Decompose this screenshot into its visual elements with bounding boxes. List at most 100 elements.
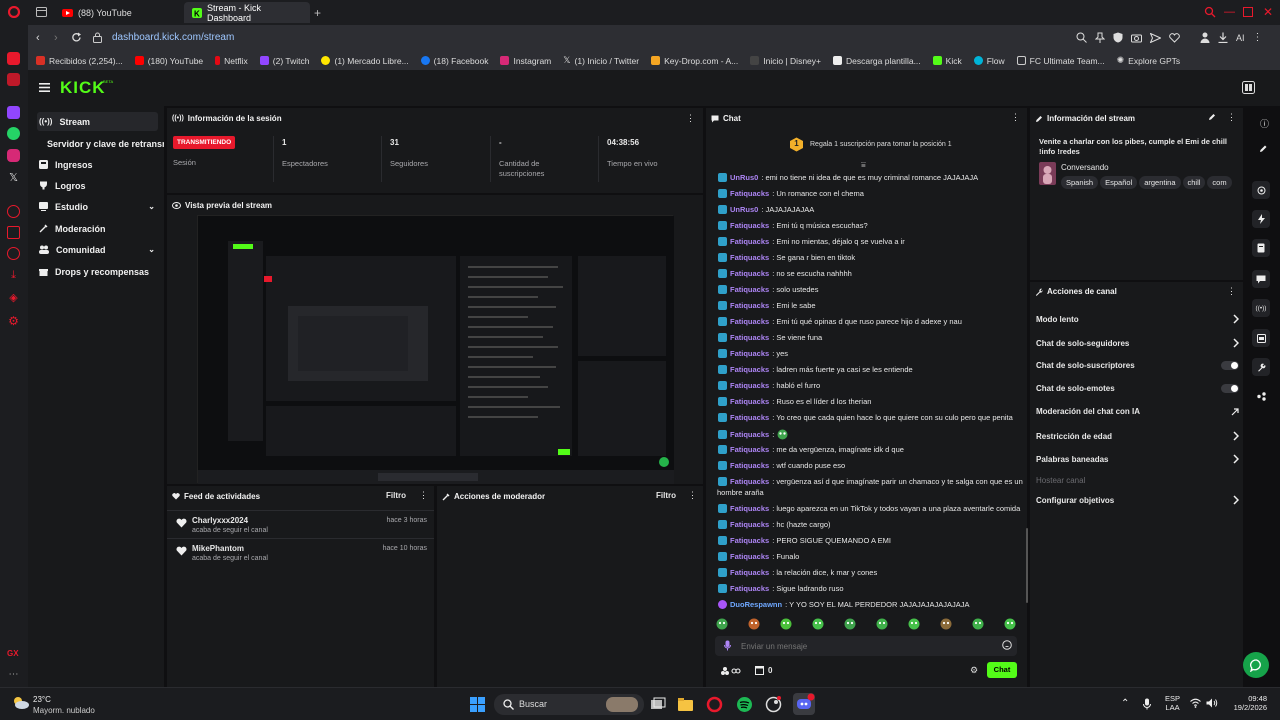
broadcast-tool-icon[interactable]: ((•)) <box>1252 299 1270 317</box>
camera-tool-icon[interactable] <box>1252 181 1270 199</box>
stream-preview-video[interactable] <box>197 215 674 484</box>
support-chat-button[interactable] <box>1243 652 1269 678</box>
discord-icon[interactable] <box>793 693 815 715</box>
workspaces-icon[interactable] <box>36 7 47 17</box>
mod-filter-button[interactable]: Filtro <box>656 491 676 500</box>
speed-dial-icon[interactable] <box>7 52 20 65</box>
tab-youtube[interactable]: (88) YouTube <box>54 2 182 23</box>
tag-chip[interactable]: com <box>1207 176 1232 189</box>
search-tabs-icon[interactable] <box>1204 6 1216 18</box>
edit-icon[interactable] <box>1208 113 1216 121</box>
chat-settings-icon[interactable]: ⚙ <box>970 665 978 676</box>
pinned-toggle-icon[interactable]: ⩸ <box>861 160 866 170</box>
send-chat-button[interactable]: Chat <box>987 662 1017 678</box>
emote-icon[interactable] <box>972 618 984 632</box>
taskbar-search[interactable]: Buscar <box>494 694 644 715</box>
bookmark-item[interactable]: Recibidos (2,254)... <box>36 56 123 66</box>
whatsapp-icon[interactable] <box>7 127 20 140</box>
chat-username[interactable]: Fatiquacks <box>730 568 769 577</box>
aria-icon[interactable] <box>7 73 20 86</box>
lightning-icon[interactable] <box>1252 210 1270 228</box>
chat-username[interactable]: Fatiquacks <box>730 237 769 246</box>
emote-icon[interactable] <box>1004 618 1016 632</box>
chat-message-field[interactable] <box>741 639 991 653</box>
downloads-icon[interactable]: ⤓ <box>7 269 20 282</box>
task-view-icon[interactable] <box>649 696 666 713</box>
channel-action-row[interactable]: Palabras baneadas <box>1036 454 1239 464</box>
tray-chevron-icon[interactable]: ⌃ <box>1121 698 1129 709</box>
mod-tool-icon[interactable] <box>1252 329 1270 347</box>
bookmark-item[interactable]: (1) Mercado Libre... <box>321 56 409 66</box>
emote-icon[interactable] <box>908 618 920 632</box>
chat-username[interactable]: Fatiquacks <box>730 430 769 439</box>
nav-comunidad[interactable]: Comunidad ⌄ <box>37 240 158 259</box>
chat-username[interactable]: Fatiquacks <box>730 381 769 390</box>
chat-username[interactable]: UnRus0 <box>730 205 758 214</box>
chat-tool-icon[interactable] <box>1252 270 1270 288</box>
chat-input[interactable] <box>715 636 1017 656</box>
collapse-panels-icon[interactable] <box>1242 81 1255 94</box>
download-icon[interactable] <box>1218 32 1228 43</box>
heart-icon[interactable] <box>1169 32 1180 43</box>
emote-icon[interactable] <box>748 618 760 632</box>
chat-username[interactable]: Fatiquacks <box>730 333 769 342</box>
emote-icon[interactable] <box>844 618 856 632</box>
channel-action-row[interactable]: Chat de solo-seguidores <box>1036 338 1239 348</box>
extensions-icon[interactable]: ◈ <box>7 291 20 304</box>
chat-username[interactable]: DuoRespawnn <box>730 600 782 609</box>
channel-action-row[interactable]: Chat de solo-suscriptores <box>1036 361 1239 370</box>
zoom-icon[interactable] <box>1076 32 1087 43</box>
nav-ingresos[interactable]: Ingresos <box>37 155 158 174</box>
channel-action-row[interactable]: Chat de solo-emotes <box>1036 384 1239 393</box>
gift-leaderboard[interactable]: 1 Regala 1 suscripción para tomar la pos… <box>789 137 952 152</box>
wrench-tool-icon[interactable] <box>1252 358 1270 376</box>
chat-username[interactable]: Fatiquacks <box>730 413 769 422</box>
url-field[interactable]: dashboard.kick.com/stream <box>112 32 234 43</box>
nav-estudio[interactable]: Estudio ⌄ <box>37 197 158 216</box>
bookmark-item[interactable]: 𝕏 (1) Inicio / Twitter <box>563 55 639 66</box>
chat-username[interactable]: Fatiquacks <box>730 301 769 310</box>
bookmark-item[interactable]: ✺ Explore GPTs <box>1117 55 1181 66</box>
channel-action-row[interactable]: Moderación del chat con IA <box>1036 407 1239 416</box>
pin-icon[interactable] <box>1095 32 1105 43</box>
nav-stream[interactable]: ((•)) Stream <box>37 112 158 131</box>
chat-username[interactable]: Fatiquacks <box>730 317 769 326</box>
start-icon[interactable] <box>469 696 486 713</box>
bookmark-item[interactable]: (18) Facebook <box>420 56 488 66</box>
emoji-icon[interactable] <box>1002 640 1012 650</box>
chat-username[interactable]: Fatiquacks <box>730 536 769 545</box>
bookmark-item[interactable]: Instagram <box>500 56 551 66</box>
tag-chip[interactable]: argentina <box>1139 176 1181 189</box>
reload-icon[interactable] <box>71 32 82 43</box>
mic-tray-icon[interactable] <box>1143 698 1151 710</box>
info-icon[interactable]: ⓘ <box>1260 117 1269 130</box>
chat-username[interactable]: Fatiquacks <box>730 365 769 374</box>
minimize-icon[interactable]: — <box>1224 6 1235 18</box>
emote-icon[interactable] <box>940 618 952 632</box>
send-icon[interactable] <box>1150 32 1161 43</box>
chat-username[interactable]: Fatiquacks <box>730 504 769 513</box>
forward-icon[interactable]: › <box>54 32 58 44</box>
nav-moderacion[interactable]: Moderación <box>37 219 158 238</box>
chat-username[interactable]: Fatiquacks <box>730 253 769 262</box>
settings-icon[interactable]: ⚙ <box>7 314 20 328</box>
emote-icon[interactable] <box>876 618 888 632</box>
chat-scrollbar[interactable] <box>1026 528 1028 603</box>
mod-menu-icon[interactable]: ⋮ <box>688 490 697 501</box>
bookmark-item[interactable]: Inicio | Disney+ <box>750 56 821 66</box>
bookmark-item[interactable]: FC Ultimate Team... <box>1016 56 1105 66</box>
notes-icon[interactable] <box>1252 239 1270 257</box>
nav-logros[interactable]: Logros <box>37 176 158 195</box>
feed-menu-icon[interactable]: ⋮ <box>419 490 428 501</box>
chat-username[interactable]: Fatiquacks <box>730 397 769 406</box>
bookmark-item[interactable]: (180) YouTube <box>134 56 203 66</box>
panel-menu-icon[interactable]: ⋮ <box>686 113 695 124</box>
chat-username[interactable]: Fatiquacks <box>730 269 769 278</box>
nav-drops[interactable]: Drops y recompensas <box>37 262 158 281</box>
chat-username[interactable]: Fatiquacks <box>730 552 769 561</box>
maximize-icon[interactable] <box>1243 7 1253 17</box>
spotify-icon[interactable] <box>736 696 753 713</box>
menu-icon[interactable]: ⋮ <box>1253 32 1263 43</box>
feed-filter-button[interactable]: Filtro <box>386 491 406 500</box>
close-window-icon[interactable]: ✕ <box>1263 5 1273 19</box>
